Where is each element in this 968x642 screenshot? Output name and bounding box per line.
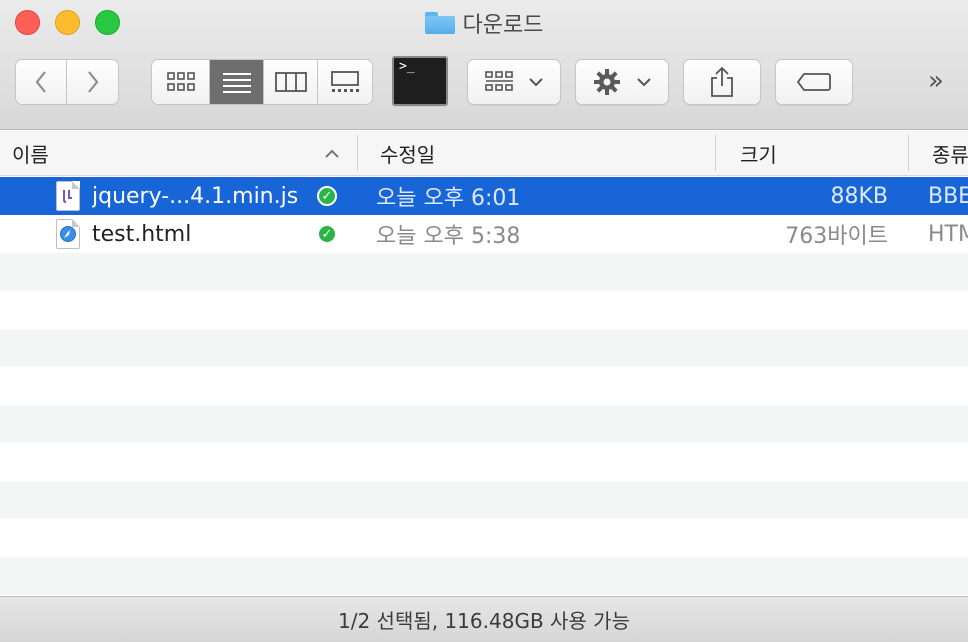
toolbar: 다운로드 >_ » (0, 0, 968, 130)
status-text: 1/2 선택됨, 116.48GB 사용 가능 (338, 609, 630, 633)
column-separator[interactable] (715, 135, 716, 171)
group-icon (485, 71, 513, 91)
column-separator[interactable] (357, 135, 358, 171)
empty-row (0, 367, 968, 405)
file-row-test-html[interactable]: test.html ✓ 오늘 오후 5:38 763바이트 HTM (0, 215, 968, 253)
file-kind: HTM (928, 221, 968, 247)
share-icon (711, 66, 733, 97)
column-name-header[interactable]: 이름 (12, 131, 352, 176)
empty-row (0, 329, 968, 367)
html-file-icon (56, 219, 80, 249)
empty-row (0, 481, 968, 519)
js-file-icon (56, 181, 80, 211)
view-mode-control (151, 59, 373, 105)
chevron-down-icon (529, 78, 543, 87)
file-kind: BBE (928, 183, 968, 209)
column-kind-header[interactable]: 종류 (932, 131, 968, 176)
sort-ascending-icon (325, 149, 339, 158)
sync-check-icon: ✓ (317, 224, 337, 244)
folder-icon (424, 12, 455, 34)
action-button[interactable] (575, 59, 669, 105)
column-date-header[interactable]: 수정일 (380, 131, 710, 176)
toolbar-overflow-button[interactable]: » (928, 66, 944, 96)
list-view-button[interactable] (210, 60, 264, 104)
window-title-bar: 다운로드 (0, 8, 968, 38)
file-modified: 오늘 오후 5:38 (376, 224, 521, 249)
gallery-icon (331, 71, 359, 92)
empty-row (0, 405, 968, 443)
tag-icon (796, 73, 831, 91)
column-name-label: 이름 (12, 143, 49, 167)
file-name: jquery-...4.1.min.js (92, 183, 299, 209)
chevron-left-icon (35, 71, 46, 93)
column-size-header[interactable]: 크기 (740, 131, 900, 176)
file-modified: 오늘 오후 6:01 (376, 186, 521, 211)
columns-icon (274, 72, 307, 92)
empty-row (0, 519, 968, 557)
sync-check-icon: ✓ (317, 186, 337, 206)
column-separator[interactable] (908, 135, 909, 171)
file-size: 763바이트 (785, 224, 888, 249)
column-size-label: 크기 (740, 143, 777, 167)
empty-row (0, 291, 968, 329)
gear-icon (594, 69, 620, 95)
terminal-icon: >_ (399, 59, 415, 74)
file-row-jquery[interactable]: jquery-...4.1.min.js ✓ 오늘 오후 6:01 88KB B… (0, 177, 968, 215)
empty-row (0, 557, 968, 595)
empty-row (0, 443, 968, 481)
window-title: 다운로드 (462, 13, 544, 38)
icon-grid-icon (166, 72, 195, 91)
tags-button[interactable] (775, 59, 853, 105)
back-forward-group (15, 59, 119, 105)
file-size: 88KB (830, 183, 888, 209)
list-icon (222, 73, 251, 93)
status-bar: 1/2 선택됨, 116.48GB 사용 가능 (0, 596, 968, 642)
column-view-button[interactable] (264, 60, 318, 104)
icon-view-button[interactable] (152, 60, 210, 104)
chevron-down-icon (637, 78, 651, 87)
empty-row (0, 253, 968, 291)
group-by-button[interactable] (467, 59, 561, 105)
column-header: 이름 수정일 크기 종류 (0, 131, 968, 176)
share-button[interactable] (683, 59, 761, 105)
terminal-button[interactable]: >_ (392, 56, 448, 106)
column-date-label: 수정일 (380, 143, 436, 167)
chevron-right-icon (87, 71, 98, 93)
gallery-view-button[interactable] (318, 60, 372, 104)
file-name: test.html (92, 221, 192, 247)
file-list: jquery-...4.1.min.js ✓ 오늘 오후 6:01 88KB B… (0, 177, 968, 595)
forward-button[interactable] (67, 60, 118, 104)
column-kind-label: 종류 (932, 143, 968, 167)
back-button[interactable] (16, 60, 67, 104)
